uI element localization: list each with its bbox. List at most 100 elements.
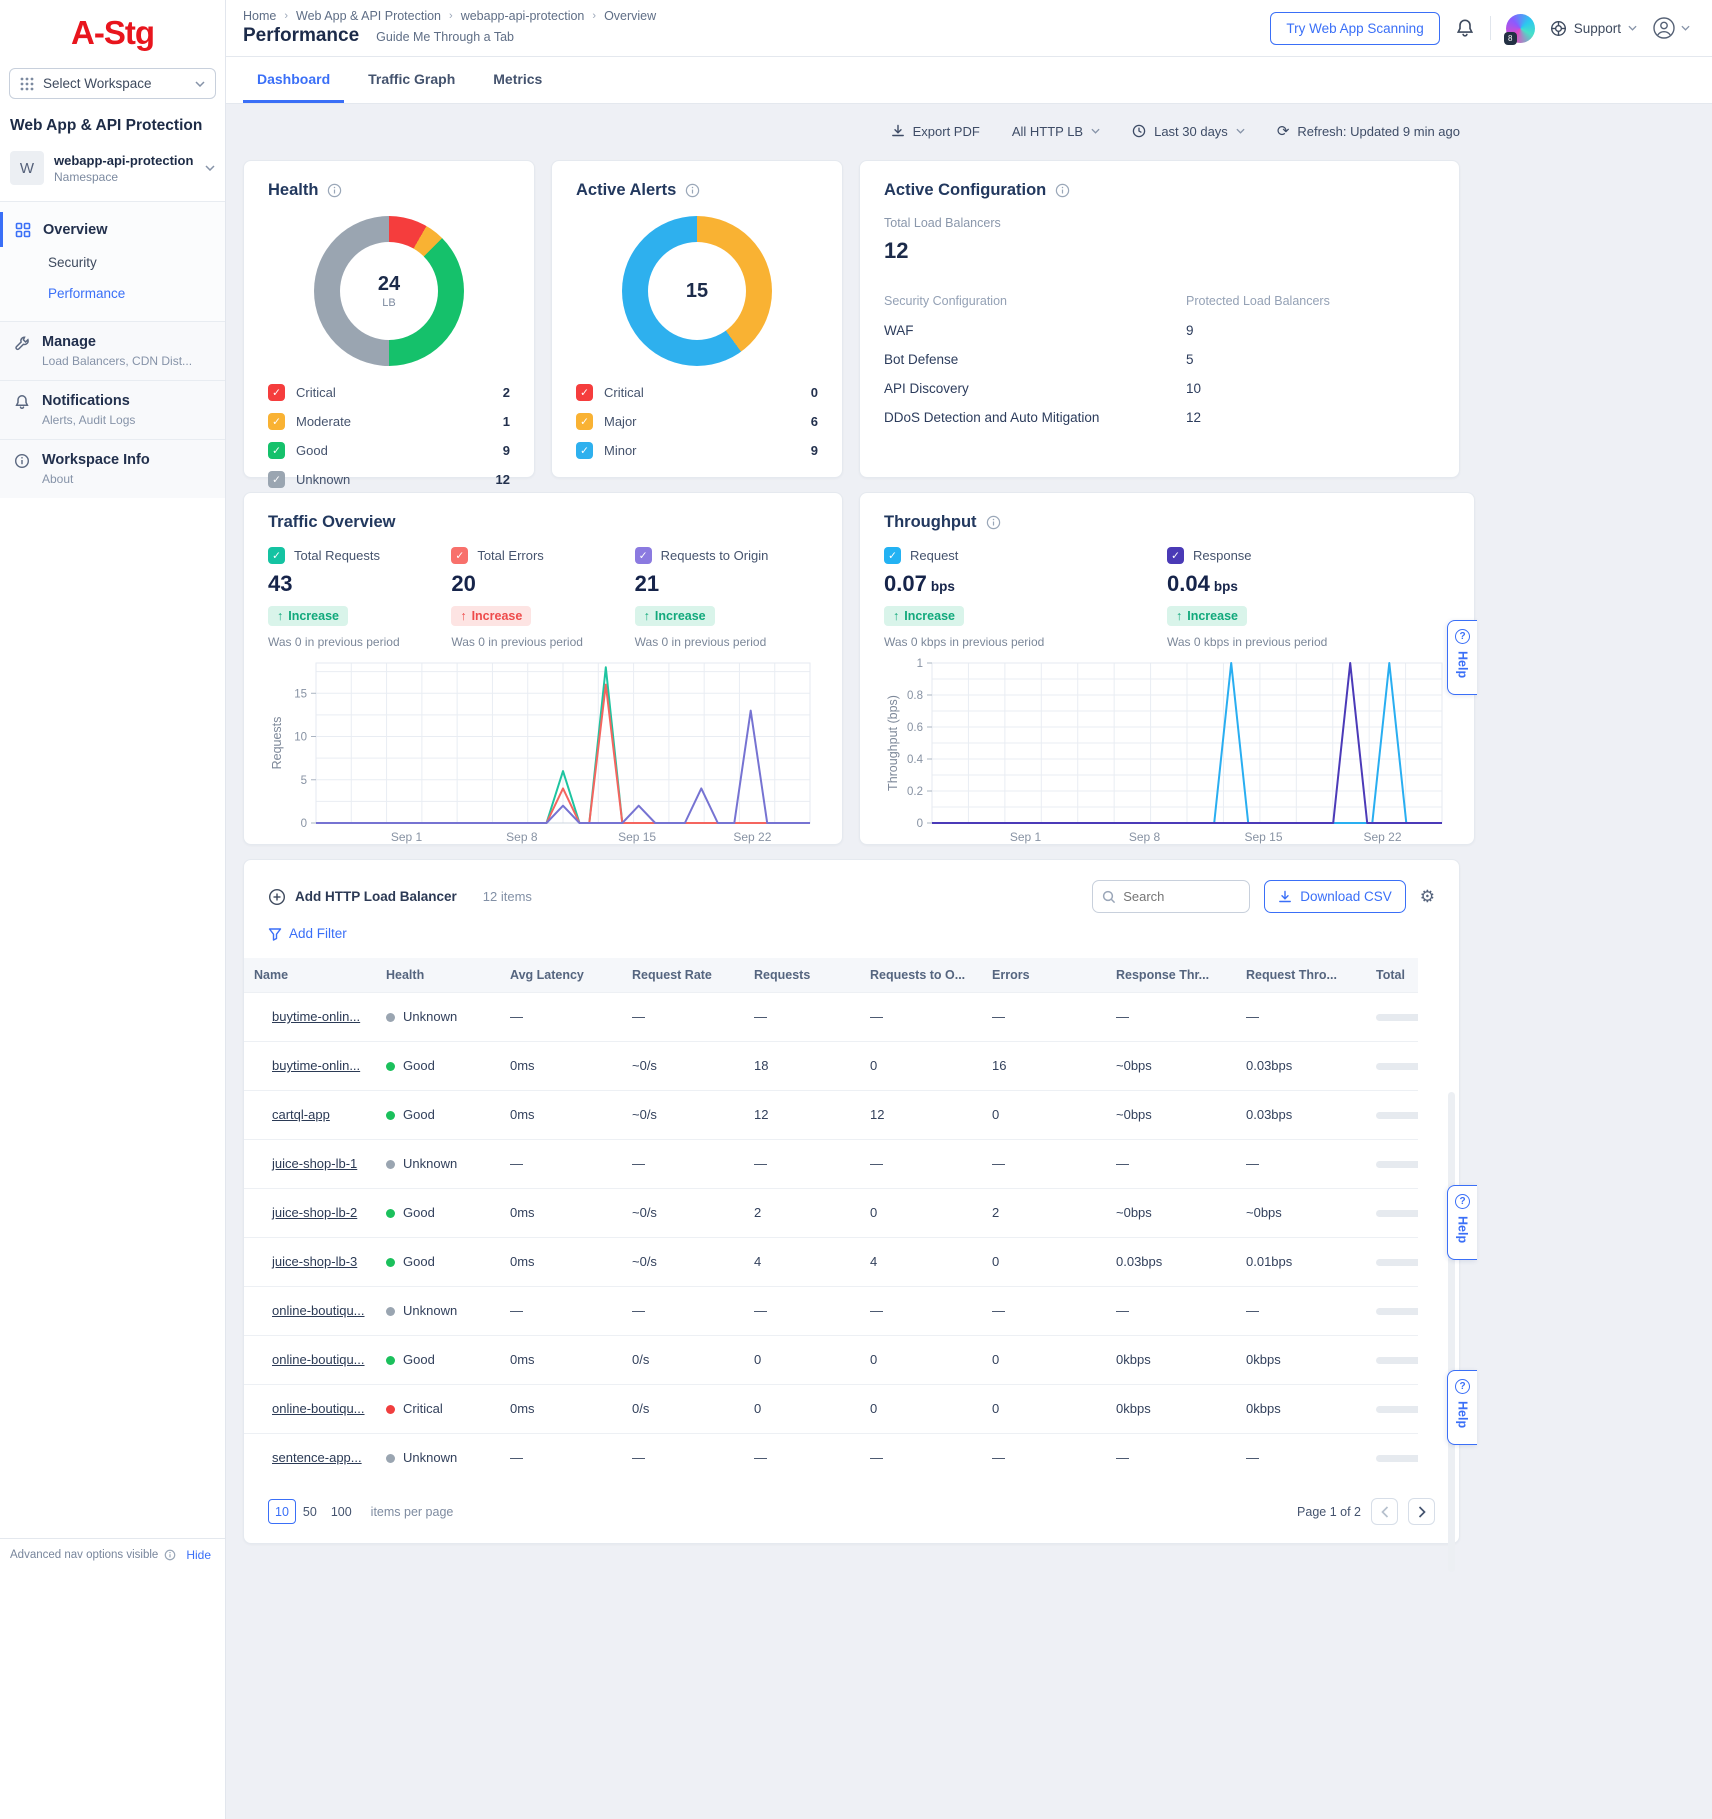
lb-name-link[interactable]: sentence-app... <box>272 1450 362 1465</box>
info-icon[interactable] <box>1055 183 1070 198</box>
total-alerts-cell <box>1366 1335 1418 1384</box>
check-icon: ✓ <box>580 445 589 457</box>
export-pdf-label: Export PDF <box>913 124 980 139</box>
legend-count: 2 <box>503 385 510 400</box>
lb-name-link[interactable]: buytime-onlin... <box>272 1058 360 1073</box>
table-scrollbar[interactable] <box>1448 1092 1455 1572</box>
help-widget[interactable]: ? Help <box>1447 1370 1477 1445</box>
page-size-button[interactable]: 50 <box>296 1499 324 1524</box>
alerts-bar <box>1376 1112 1418 1119</box>
add-filter-button[interactable]: Add Filter <box>268 926 347 941</box>
guide-me-link[interactable]: Guide Me Through a Tab <box>376 30 514 44</box>
trend-badge: ↑Increase <box>451 606 531 626</box>
top-bar: Home› Web App & API Protection› webapp-a… <box>226 0 1712 57</box>
legend-item: ✓ Moderate 1 <box>268 407 510 436</box>
info-icon[interactable] <box>327 183 342 198</box>
tab[interactable]: Metrics <box>479 57 556 103</box>
response-throughput-cell: ~0bps <box>1106 1041 1236 1090</box>
total-alerts-cell <box>1366 1237 1418 1286</box>
download-icon <box>1278 890 1292 904</box>
lb-name-link[interactable]: online-boutiqu... <box>272 1401 365 1416</box>
health-cell: Unknown <box>376 1139 500 1188</box>
lb-name-link[interactable]: juice-shop-lb-2 <box>272 1205 357 1220</box>
health-cell: Good <box>376 1237 500 1286</box>
response-throughput-cell: — <box>1106 1139 1236 1188</box>
breadcrumb-item[interactable]: Overview› <box>604 9 656 23</box>
export-pdf-button[interactable]: Export PDF <box>891 124 980 139</box>
sidebar-item-notifications[interactable]: Notifications Alerts, Audit Logs <box>0 380 225 439</box>
lb-name-link[interactable]: cartql-app <box>272 1107 330 1122</box>
lb-filter-dropdown[interactable]: All HTTP LB <box>1012 124 1100 139</box>
total-alerts-cell <box>1366 1188 1418 1237</box>
gear-icon[interactable]: ⚙ <box>1420 887 1435 907</box>
table-row: juice-shop-lb-1 Unknown — — — — — — — <box>244 1139 1418 1188</box>
legend-checkbox[interactable]: ✓ <box>268 413 285 430</box>
legend-checkbox[interactable]: ✓ <box>576 442 593 459</box>
lb-name-link[interactable]: online-boutiqu... <box>272 1352 365 1367</box>
info-icon[interactable] <box>986 515 1001 530</box>
time-range-dropdown[interactable]: Last 30 days <box>1132 124 1245 139</box>
check-icon: ✓ <box>272 416 281 428</box>
legend-checkbox[interactable]: ✓ <box>576 384 593 401</box>
breadcrumb-item[interactable]: webapp-api-protection› <box>461 9 596 23</box>
page-size-button[interactable]: 10 <box>268 1499 296 1524</box>
avg-latency-cell: 0ms <box>500 1335 622 1384</box>
help-widget[interactable]: ? Help <box>1447 1185 1477 1260</box>
series-checkbox[interactable]: ✓ <box>268 547 285 564</box>
download-csv-button[interactable]: Download CSV <box>1264 880 1406 913</box>
support-menu[interactable]: Support <box>1550 20 1637 37</box>
sidebar-subitem[interactable]: Performance <box>0 278 225 309</box>
info-icon[interactable] <box>685 183 700 198</box>
traffic-overview-card: Traffic Overview ✓ Total Requests 43 ↑In… <box>243 492 843 845</box>
series-checkbox[interactable]: ✓ <box>884 547 901 564</box>
namespace-info: webapp-api-protection Namespace <box>54 153 193 184</box>
lb-name-link[interactable]: juice-shop-lb-3 <box>272 1254 357 1269</box>
series-checkbox[interactable]: ✓ <box>451 547 468 564</box>
hide-nav-link[interactable]: Hide <box>186 1548 211 1562</box>
requests-to-origin-cell: 0 <box>860 1188 982 1237</box>
namespace-selector[interactable]: W webapp-api-protection Namespace <box>0 143 225 202</box>
try-web-app-scanning-button[interactable]: Try Web App Scanning <box>1270 12 1439 45</box>
search-input[interactable] <box>1123 889 1240 904</box>
prev-page-button[interactable] <box>1371 1498 1398 1525</box>
sidebar-item-overview[interactable]: Overview <box>0 212 225 247</box>
health-label: Good <box>403 1254 435 1269</box>
health-dot-icon <box>386 1405 395 1414</box>
workspace-selector[interactable]: Select Workspace <box>9 68 216 99</box>
series-checkbox[interactable]: ✓ <box>1167 547 1184 564</box>
sidebar-item-workspace-info[interactable]: Workspace Info About <box>0 439 225 498</box>
legend-checkbox[interactable]: ✓ <box>268 471 285 488</box>
tab[interactable]: Dashboard <box>243 57 344 103</box>
protected-lb-header: Protected Load Balancers <box>1186 294 1435 314</box>
add-http-lb-button[interactable]: Add HTTP Load Balancer <box>268 888 457 906</box>
download-icon <box>891 124 905 138</box>
requests-cell: 0 <box>744 1384 860 1433</box>
breadcrumb-item[interactable]: Home› <box>243 9 288 23</box>
breadcrumb-item[interactable]: Web App & API Protection› <box>296 9 453 23</box>
sidebar-item-manage[interactable]: Manage Load Balancers, CDN Dist... <box>0 321 225 380</box>
series-checkbox[interactable]: ✓ <box>635 547 652 564</box>
latency-value: 0ms <box>510 1254 535 1269</box>
sidebar-item-label: Overview <box>43 222 108 238</box>
chevron-down-icon <box>1681 25 1690 31</box>
account-menu[interactable] <box>1652 16 1690 40</box>
lb-name-link[interactable]: online-boutiqu... <box>272 1303 365 1318</box>
page-size-button[interactable]: 100 <box>324 1499 359 1524</box>
legend-checkbox[interactable]: ✓ <box>268 442 285 459</box>
legend-checkbox[interactable]: ✓ <box>576 413 593 430</box>
total-lb-value: 12 <box>884 238 1435 264</box>
avatar[interactable]: 8 <box>1506 14 1535 43</box>
legend-checkbox[interactable]: ✓ <box>268 384 285 401</box>
page-size-label: 100 <box>331 1505 352 1519</box>
lb-name-link[interactable]: buytime-onlin... <box>272 1009 360 1024</box>
refresh-button[interactable]: ⟳ Refresh: Updated 9 min ago <box>1277 122 1460 140</box>
svg-text:Sep 15: Sep 15 <box>1244 830 1282 844</box>
tab[interactable]: Traffic Graph <box>354 57 469 103</box>
next-page-button[interactable] <box>1408 1498 1435 1525</box>
lb-name-link[interactable]: juice-shop-lb-1 <box>272 1156 357 1171</box>
help-widget[interactable]: ? Help <box>1447 620 1477 695</box>
notifications-bell-icon[interactable] <box>1455 18 1475 38</box>
health-dot-icon <box>386 1160 395 1169</box>
requests-cell: 18 <box>744 1041 860 1090</box>
sidebar-subitem[interactable]: Security <box>0 247 225 278</box>
